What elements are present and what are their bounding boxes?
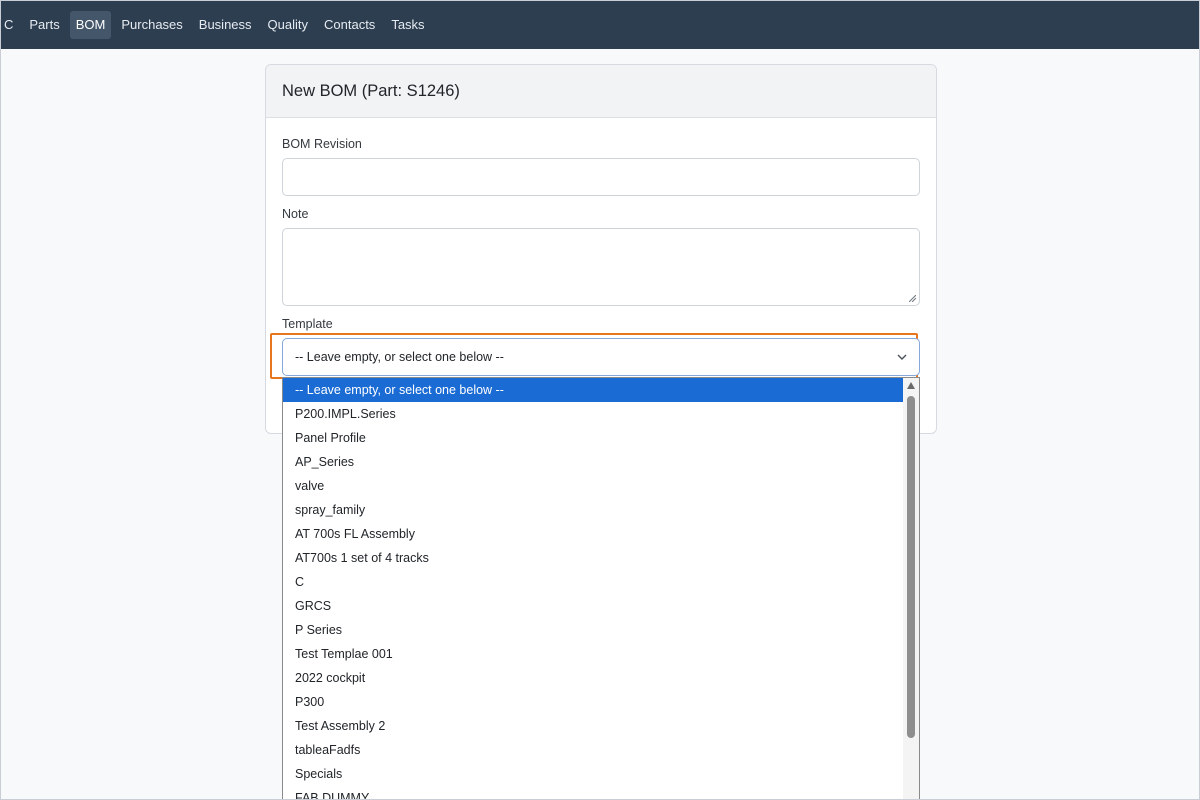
template-dropdown-list[interactable]: -- Leave empty, or select one below -- P… <box>282 377 920 799</box>
scrollbar-thumb[interactable] <box>907 396 915 738</box>
top-navbar: C Parts BOM Purchases Business Quality C… <box>1 1 1199 49</box>
nav-item-quality[interactable]: Quality <box>262 11 314 39</box>
card-header: New BOM (Part: S1246) <box>266 65 936 118</box>
page-title: New BOM (Part: S1246) <box>282 81 460 100</box>
dropdown-option[interactable]: AT700s 1 set of 4 tracks <box>283 546 904 570</box>
dropdown-option[interactable]: -- Leave empty, or select one below -- <box>283 378 904 402</box>
dropdown-option[interactable]: 2022 cockpit <box>283 666 904 690</box>
nav-item-purchases[interactable]: Purchases <box>115 11 188 39</box>
template-select-value: -- Leave empty, or select one below -- <box>295 350 504 364</box>
nav-item-c[interactable]: C <box>1 11 19 39</box>
dropdown-scrollbar[interactable] <box>903 378 919 799</box>
note-textarea[interactable] <box>282 228 920 306</box>
nav-item-parts[interactable]: Parts <box>23 11 65 39</box>
app-window: C Parts BOM Purchases Business Quality C… <box>0 0 1200 800</box>
note-label: Note <box>282 207 309 221</box>
dropdown-option[interactable]: valve <box>283 474 904 498</box>
bom-revision-label: BOM Revision <box>282 137 362 151</box>
nav-item-tasks[interactable]: Tasks <box>385 11 430 39</box>
dropdown-option[interactable]: Panel Profile <box>283 426 904 450</box>
nav-item-business[interactable]: Business <box>193 11 258 39</box>
dropdown-option[interactable]: GRCS <box>283 594 904 618</box>
scroll-up-arrow-icon[interactable] <box>907 382 915 389</box>
dropdown-option[interactable]: spray_family <box>283 498 904 522</box>
dropdown-option[interactable]: Test Templae 001 <box>283 642 904 666</box>
dropdown-option[interactable]: Specials <box>283 762 904 786</box>
bom-revision-input[interactable] <box>282 158 920 196</box>
dropdown-option[interactable]: FAB DUMMY <box>283 786 904 799</box>
option-list: -- Leave empty, or select one below -- P… <box>283 378 919 799</box>
nav-item-bom[interactable]: BOM <box>69 11 112 39</box>
dropdown-option[interactable]: Test Assembly 2 <box>283 714 904 738</box>
nav-item-contacts[interactable]: Contacts <box>318 11 381 39</box>
dropdown-option[interactable]: AP_Series <box>283 450 904 474</box>
template-label: Template <box>282 317 333 331</box>
dropdown-option[interactable]: AT 700s FL Assembly <box>283 522 904 546</box>
template-select[interactable]: -- Leave empty, or select one below -- <box>282 338 920 376</box>
dropdown-option[interactable]: P200.IMPL.Series <box>283 402 904 426</box>
dropdown-option[interactable]: tableaFadfs <box>283 738 904 762</box>
resize-grip-icon[interactable] <box>909 295 916 302</box>
chevron-down-icon <box>897 354 907 360</box>
dropdown-option[interactable]: C <box>283 570 904 594</box>
dropdown-option[interactable]: P Series <box>283 618 904 642</box>
dropdown-option[interactable]: P300 <box>283 690 904 714</box>
